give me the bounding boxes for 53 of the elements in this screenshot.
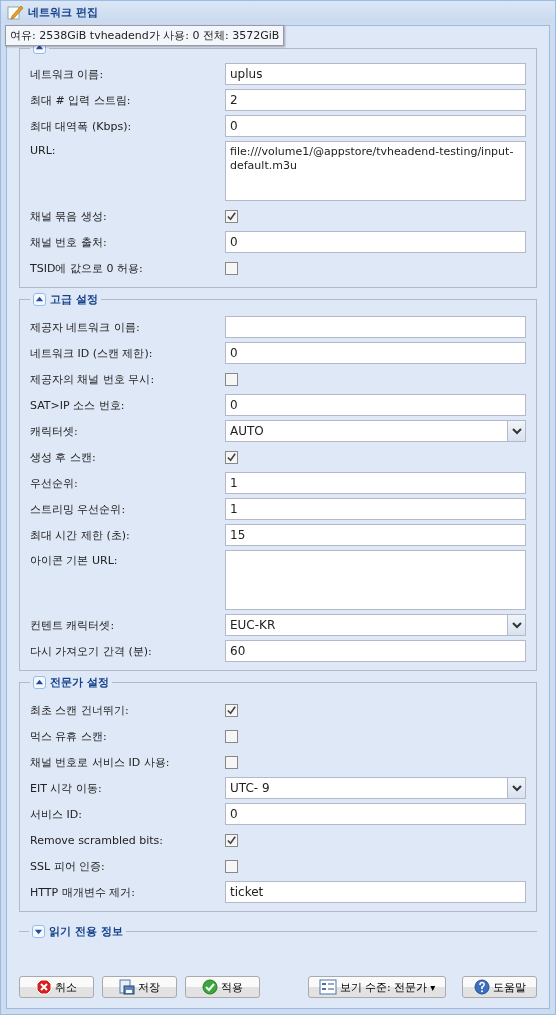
tooltip: 여유: 2538GiB tvheadend가 사용: 0 전체: 3572GiB xyxy=(5,25,285,46)
input-field[interactable]: 2 xyxy=(225,89,526,111)
field-label: 최초 스캔 건너뛰기: xyxy=(30,702,130,718)
field-label: 스트리밍 우선순위: xyxy=(30,501,127,517)
cancel-button[interactable]: 취소 xyxy=(19,976,94,998)
save-button[interactable]: 저장 xyxy=(102,976,177,998)
input-field[interactable]: 15 xyxy=(225,524,526,546)
field-label: EIT 시각 이동: xyxy=(30,780,103,796)
input-field[interactable]: 0 xyxy=(225,115,526,137)
field-label: 제공자의 채널 번호 무시: xyxy=(30,371,156,387)
field-label: Remove scrambled bits: xyxy=(30,833,164,847)
help-button[interactable]: 도움말 xyxy=(462,976,537,998)
field-label: 채널 번호 출처: xyxy=(30,234,108,250)
field-label: 우선순위: xyxy=(30,475,79,491)
section-title: 읽기 전용 정보 xyxy=(49,924,123,939)
field-label: 아이콘 기본 URL: xyxy=(30,553,119,568)
section-title: 전문가 설정 xyxy=(50,675,109,690)
window-title: 네트워크 편집 xyxy=(28,4,98,20)
input-field[interactable]: 1 xyxy=(225,498,526,520)
dropdown[interactable]: AUTO xyxy=(225,420,526,442)
dropdown[interactable]: UTC- 9 xyxy=(225,777,526,799)
field-label: URL: xyxy=(30,143,57,157)
field-label: 생성 후 스캔: xyxy=(30,449,97,465)
field-label: TSID에 값으로 0 허용: xyxy=(30,260,144,276)
input-field[interactable]: 0 xyxy=(225,231,526,253)
section-title: 고급 설정 xyxy=(50,292,98,307)
input-field[interactable]: ticket xyxy=(225,881,526,903)
field-label: 서비스 ID: xyxy=(30,806,83,822)
field-label: 최대 시간 제한 (초): xyxy=(30,527,131,543)
field-label: SSL 피어 인증: xyxy=(30,858,106,874)
field-label: SAT>IP 소스 번호: xyxy=(30,397,126,413)
field-label: 먹스 유휴 스캔: xyxy=(30,728,108,744)
field-label: 제공자 네트워크 이름: xyxy=(30,319,141,335)
field-label: 네트워크 이름: xyxy=(30,66,105,82)
field-label: 최대 대역폭 (Kbps): xyxy=(30,118,133,134)
input-field[interactable]: 0 xyxy=(225,394,526,416)
view-button[interactable]: 보기 수준: 전문가 ▾ xyxy=(308,976,446,998)
apply-button[interactable]: 적용 xyxy=(185,976,260,998)
field-label: HTTP 매개변수 제거: xyxy=(30,884,136,900)
input-field[interactable]: uplus xyxy=(225,63,526,85)
input-field[interactable]: 60 xyxy=(225,640,526,662)
field-label: 채널 묶음 생성: xyxy=(30,208,108,224)
text-area[interactable]: file:///volume1/@appstore/tvheadend-testing/input-default.m3u xyxy=(225,141,526,201)
input-field[interactable]: 0 xyxy=(225,342,526,364)
field-label: 다시 가져오기 간격 (분): xyxy=(30,643,153,659)
input-field[interactable]: 0 xyxy=(225,803,526,825)
field-label: 채널 번호로 서비스 ID 사용: xyxy=(30,754,171,770)
field-label: 네트워크 ID (스캔 제한): xyxy=(30,345,154,361)
field-label: 최대 # 입력 스트림: xyxy=(30,92,132,108)
input-field[interactable]: 1 xyxy=(225,472,526,494)
field-label: 컨텐트 캐릭터셋: xyxy=(30,617,116,633)
dropdown[interactable]: EUC-KR xyxy=(225,614,526,636)
field-label: 캐릭터셋: xyxy=(30,423,79,439)
